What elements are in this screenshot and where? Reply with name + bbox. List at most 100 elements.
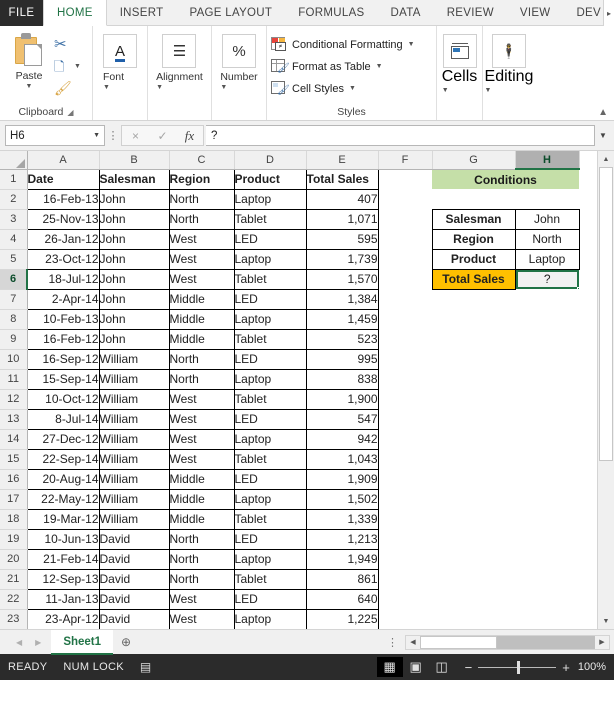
font-button[interactable]: A xyxy=(103,34,137,68)
condition-value-product[interactable]: Laptop xyxy=(514,248,580,270)
cell-c17[interactable]: Middle xyxy=(168,488,235,510)
row-header-16[interactable]: 16 xyxy=(0,469,28,490)
zoom-out-button[interactable]: − xyxy=(465,660,473,675)
condition-label-region[interactable]: Region xyxy=(431,228,516,250)
cells-button[interactable] xyxy=(442,34,477,68)
row-header-21[interactable]: 21 xyxy=(0,569,28,590)
row-header-7[interactable]: 7 xyxy=(0,289,28,310)
cell-h19[interactable] xyxy=(515,529,579,549)
worksheet-grid[interactable]: A B C D E F G H 1 Date Salesman Region P… xyxy=(0,151,597,629)
cell-h2[interactable] xyxy=(515,189,579,209)
row-header-10[interactable]: 10 xyxy=(0,349,28,370)
cell-g9[interactable] xyxy=(432,329,515,349)
cell-h14[interactable] xyxy=(515,429,579,449)
enter-formula-button[interactable]: ✓ xyxy=(149,129,176,143)
cell-a20[interactable]: 21-Feb-14 xyxy=(26,548,100,570)
cell-h11[interactable] xyxy=(515,369,579,389)
cell-h15[interactable] xyxy=(515,449,579,469)
cell-d9[interactable]: Tablet xyxy=(233,328,307,350)
cell-a3[interactable]: 25-Nov-13 xyxy=(26,208,100,230)
alignment-dropdown-caret-icon[interactable]: ▼ xyxy=(156,83,163,92)
editing-button[interactable]: 🕴 xyxy=(491,34,526,68)
cell-b18[interactable]: William xyxy=(98,508,170,530)
cell-e13[interactable]: 547 xyxy=(305,408,379,430)
cell-h23[interactable] xyxy=(515,609,579,629)
cell-c11[interactable]: North xyxy=(168,368,235,390)
cell-e11[interactable]: 838 xyxy=(305,368,379,390)
cell-e9[interactable]: 523 xyxy=(305,328,379,350)
zoom-slider[interactable]: − + xyxy=(455,660,570,675)
column-header-h[interactable]: H xyxy=(515,151,580,170)
row-header-13[interactable]: 13 xyxy=(0,409,28,430)
cell-h13[interactable] xyxy=(515,409,579,429)
font-dropdown-caret-icon[interactable]: ▼ xyxy=(103,83,110,92)
cell-f18[interactable] xyxy=(378,509,432,529)
cell-h18[interactable] xyxy=(515,509,579,529)
cell-d1[interactable]: Product xyxy=(233,168,307,190)
cell-d12[interactable]: Tablet xyxy=(233,388,307,410)
cell-f2[interactable] xyxy=(378,189,432,209)
cell-e14[interactable]: 942 xyxy=(305,428,379,450)
cell-e4[interactable]: 595 xyxy=(305,228,379,250)
cell-c21[interactable]: North xyxy=(168,568,235,590)
cell-c18[interactable]: Middle xyxy=(168,508,235,530)
cell-e12[interactable]: 1,900 xyxy=(305,388,379,410)
cell-g18[interactable] xyxy=(432,509,515,529)
fill-handle[interactable] xyxy=(577,287,579,289)
row-header-11[interactable]: 11 xyxy=(0,369,28,390)
cell-g22[interactable] xyxy=(432,589,515,609)
cell-e22[interactable]: 640 xyxy=(305,588,379,610)
cell-a7[interactable]: 2-Apr-14 xyxy=(26,288,100,310)
number-dropdown-caret-icon[interactable]: ▼ xyxy=(220,83,227,92)
cell-a17[interactable]: 22-May-12 xyxy=(26,488,100,510)
cell-f13[interactable] xyxy=(378,409,432,429)
cell-b16[interactable]: William xyxy=(98,468,170,490)
cell-d16[interactable]: LED xyxy=(233,468,307,490)
cell-d3[interactable]: Tablet xyxy=(233,208,307,230)
cell-d10[interactable]: LED xyxy=(233,348,307,370)
cell-b12[interactable]: William xyxy=(98,388,170,410)
cell-e3[interactable]: 1,071 xyxy=(305,208,379,230)
cell-b14[interactable]: William xyxy=(98,428,170,450)
collapse-ribbon-icon[interactable]: ▲ xyxy=(598,107,608,118)
cell-e2[interactable]: 407 xyxy=(305,188,379,210)
cell-g20[interactable] xyxy=(432,549,515,569)
alignment-button[interactable]: ☰ xyxy=(162,34,197,68)
cell-b15[interactable]: William xyxy=(98,448,170,470)
cell-f15[interactable] xyxy=(378,449,432,469)
cell-f4[interactable] xyxy=(378,229,432,249)
cell-f3[interactable] xyxy=(378,209,432,229)
cells-dropdown-caret-icon[interactable]: ▼ xyxy=(442,86,449,95)
row-header-14[interactable]: 14 xyxy=(0,429,28,450)
cell-d20[interactable]: Laptop xyxy=(233,548,307,570)
cell-g21[interactable] xyxy=(432,569,515,589)
cell-a23[interactable]: 23-Apr-12 xyxy=(26,608,100,629)
cut-button[interactable]: ✂ xyxy=(54,35,96,54)
cell-d18[interactable]: Tablet xyxy=(233,508,307,530)
cell-h8[interactable] xyxy=(515,309,579,329)
cell-h16[interactable] xyxy=(515,469,579,489)
cell-e1[interactable]: Total Sales xyxy=(305,168,379,190)
tab-data[interactable]: DATA xyxy=(378,0,434,25)
cell-b22[interactable]: David xyxy=(98,588,170,610)
cell-f6[interactable] xyxy=(378,269,432,289)
format-as-table-button[interactable]: 🖌 Format as Table ▼ xyxy=(271,57,415,76)
cell-c20[interactable]: North xyxy=(168,548,235,570)
tab-formulas[interactable]: FORMULAS xyxy=(285,0,377,25)
cell-c1[interactable]: Region xyxy=(168,168,235,190)
row-header-17[interactable]: 17 xyxy=(0,489,28,510)
name-box[interactable]: H6 ▼ xyxy=(5,125,105,146)
name-box-caret-icon[interactable]: ▼ xyxy=(93,132,100,139)
paste-dropdown-caret-icon[interactable]: ▼ xyxy=(26,82,33,91)
cell-h20[interactable] xyxy=(515,549,579,569)
cell-e21[interactable]: 861 xyxy=(305,568,379,590)
cell-a2[interactable]: 16-Feb-13 xyxy=(26,188,100,210)
cell-g15[interactable] xyxy=(432,449,515,469)
cell-b17[interactable]: William xyxy=(98,488,170,510)
cell-d8[interactable]: Laptop xyxy=(233,308,307,330)
row-header-4[interactable]: 4 xyxy=(0,229,28,250)
editing-dropdown-caret-icon[interactable]: ▼ xyxy=(485,86,492,95)
copy-dropdown-caret-icon[interactable]: ▼ xyxy=(74,62,81,71)
cell-d4[interactable]: LED xyxy=(233,228,307,250)
scroll-down-icon[interactable]: ▼ xyxy=(598,613,614,629)
